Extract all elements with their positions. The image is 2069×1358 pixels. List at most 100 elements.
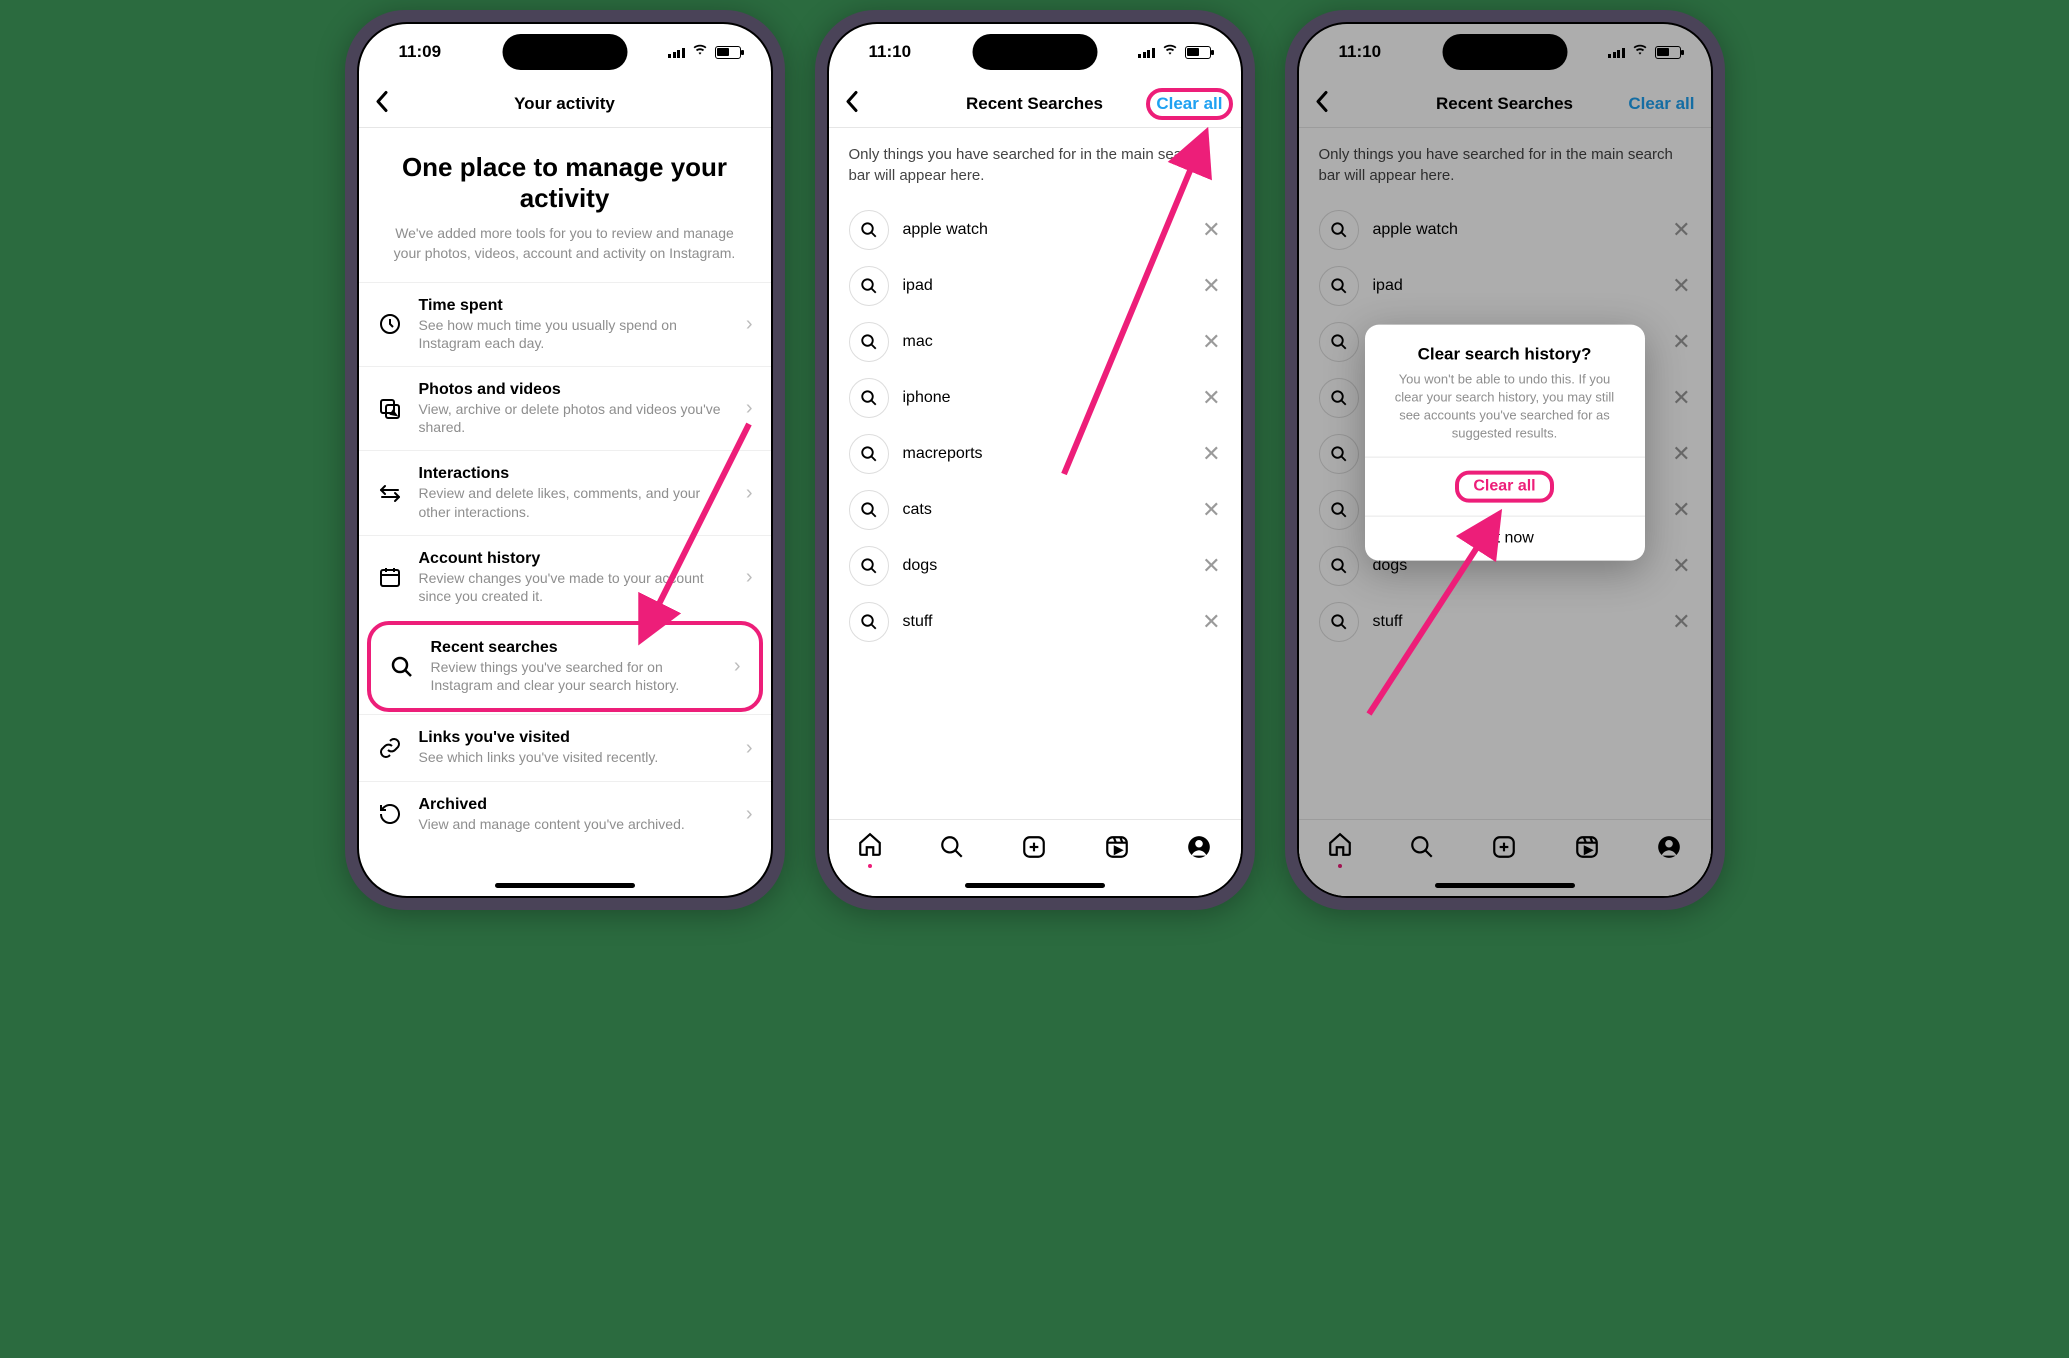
battery-icon: [1655, 46, 1681, 59]
remove-search-button[interactable]: ✕: [1202, 331, 1220, 353]
search-icon: [1319, 378, 1359, 418]
back-button[interactable]: [845, 88, 859, 119]
chevron-right-icon: ›: [746, 566, 753, 589]
archive-icon: [377, 802, 403, 826]
tab-search[interactable]: [939, 834, 965, 865]
status-time: 11:10: [869, 42, 912, 62]
clear-all-button[interactable]: Clear all: [1628, 94, 1694, 114]
search-row[interactable]: mac ✕: [829, 314, 1241, 370]
search-row[interactable]: macreports ✕: [829, 426, 1241, 482]
tab-create[interactable]: [1021, 834, 1047, 865]
remove-search-button[interactable]: ✕: [1202, 555, 1220, 577]
chevron-right-icon: ›: [734, 655, 741, 678]
chevron-right-icon: ›: [746, 482, 753, 505]
search-icon: [849, 322, 889, 362]
remove-search-button[interactable]: ✕: [1672, 219, 1690, 241]
remove-search-button[interactable]: ✕: [1202, 219, 1220, 241]
page-title: Recent Searches: [1436, 94, 1573, 114]
search-row[interactable]: apple watch ✕: [829, 202, 1241, 258]
home-indicator[interactable]: [495, 883, 635, 888]
search-row[interactable]: ipad ✕: [829, 258, 1241, 314]
search-term: iphone: [903, 389, 1189, 407]
search-term: apple watch: [1373, 221, 1659, 239]
remove-search-button[interactable]: ✕: [1202, 387, 1220, 409]
tab-profile[interactable]: [1656, 834, 1682, 865]
search-row[interactable]: cats ✕: [829, 482, 1241, 538]
clear-all-button[interactable]: Clear all: [1156, 94, 1222, 113]
search-row[interactable]: iphone ✕: [829, 370, 1241, 426]
status-time: 11:09: [399, 42, 442, 62]
info-text: Only things you have searched for in the…: [1299, 128, 1711, 202]
remove-search-button[interactable]: ✕: [1202, 611, 1220, 633]
cellular-icon: [1138, 46, 1155, 58]
search-row[interactable]: dogs ✕: [829, 538, 1241, 594]
modal-clear-all-button[interactable]: Clear all: [1365, 457, 1645, 516]
tab-create[interactable]: [1491, 834, 1517, 865]
tab-reels[interactable]: [1104, 834, 1130, 865]
search-icon: [849, 602, 889, 642]
item-archived[interactable]: ArchivedView and manage content you've a…: [359, 781, 771, 847]
search-row[interactable]: ipad ✕: [1299, 258, 1711, 314]
search-term: ipad: [1373, 277, 1659, 295]
remove-search-button[interactable]: ✕: [1672, 331, 1690, 353]
search-icon: [1319, 434, 1359, 474]
modal-message: You won't be able to undo this. If you c…: [1387, 370, 1623, 443]
tab-profile[interactable]: [1186, 834, 1212, 865]
tab-reels[interactable]: [1574, 834, 1600, 865]
search-row[interactable]: apple watch ✕: [1299, 202, 1711, 258]
remove-search-button[interactable]: ✕: [1672, 443, 1690, 465]
modal-not-now-button[interactable]: Not now: [1365, 516, 1645, 561]
tab-home[interactable]: [857, 831, 883, 868]
search-term: ipad: [903, 277, 1189, 295]
page-title: Your activity: [514, 94, 615, 114]
home-indicator[interactable]: [965, 883, 1105, 888]
search-term: macreports: [903, 445, 1189, 463]
item-links-visited[interactable]: Links you've visitedSee which links you'…: [359, 714, 771, 780]
item-account-history[interactable]: Account historyReview changes you've mad…: [359, 535, 771, 619]
dynamic-island: [972, 34, 1097, 70]
chevron-right-icon: ›: [746, 803, 753, 826]
home-indicator[interactable]: [1435, 883, 1575, 888]
search-icon: [389, 655, 415, 679]
search-term: stuff: [903, 613, 1189, 631]
chevron-right-icon: ›: [746, 397, 753, 420]
battery-icon: [1185, 46, 1211, 59]
remove-search-button[interactable]: ✕: [1672, 499, 1690, 521]
wifi-icon: [691, 42, 709, 62]
item-recent-searches[interactable]: Recent searchesReview things you've sear…: [367, 621, 763, 712]
back-button[interactable]: [1315, 88, 1329, 119]
search-term: stuff: [1373, 613, 1659, 631]
cellular-icon: [1608, 46, 1625, 58]
remove-search-button[interactable]: ✕: [1672, 611, 1690, 633]
tab-home[interactable]: [1327, 831, 1353, 868]
phone-frame-2: 11:10 Recent Searches Clear all Only thi…: [815, 10, 1255, 910]
arrows-icon: [377, 481, 403, 505]
nav-bar: Your activity: [359, 80, 771, 128]
activity-list: Time spentSee how much time you usually …: [359, 282, 771, 847]
search-icon: [849, 266, 889, 306]
clear-all-highlight: Clear all: [1146, 88, 1232, 120]
remove-search-button[interactable]: ✕: [1672, 275, 1690, 297]
search-icon: [1319, 322, 1359, 362]
item-time-spent[interactable]: Time spentSee how much time you usually …: [359, 282, 771, 366]
item-interactions[interactable]: InteractionsReview and delete likes, com…: [359, 450, 771, 534]
remove-search-button[interactable]: ✕: [1202, 275, 1220, 297]
remove-search-button[interactable]: ✕: [1202, 443, 1220, 465]
search-row[interactable]: stuff ✕: [1299, 594, 1711, 650]
hero-title: One place to manage your activity: [387, 152, 743, 214]
dynamic-island: [502, 34, 627, 70]
hero-subtitle: We've added more tools for you to review…: [387, 224, 743, 263]
remove-search-button[interactable]: ✕: [1202, 499, 1220, 521]
cellular-icon: [668, 46, 685, 58]
photos-icon: [377, 397, 403, 421]
tab-search[interactable]: [1409, 834, 1435, 865]
back-button[interactable]: [375, 88, 389, 119]
search-icon: [849, 434, 889, 474]
battery-icon: [715, 46, 741, 59]
remove-search-button[interactable]: ✕: [1672, 387, 1690, 409]
status-time: 11:10: [1339, 42, 1382, 62]
item-photos-videos[interactable]: Photos and videosView, archive or delete…: [359, 366, 771, 450]
search-row[interactable]: stuff ✕: [829, 594, 1241, 650]
remove-search-button[interactable]: ✕: [1672, 555, 1690, 577]
search-icon: [849, 210, 889, 250]
